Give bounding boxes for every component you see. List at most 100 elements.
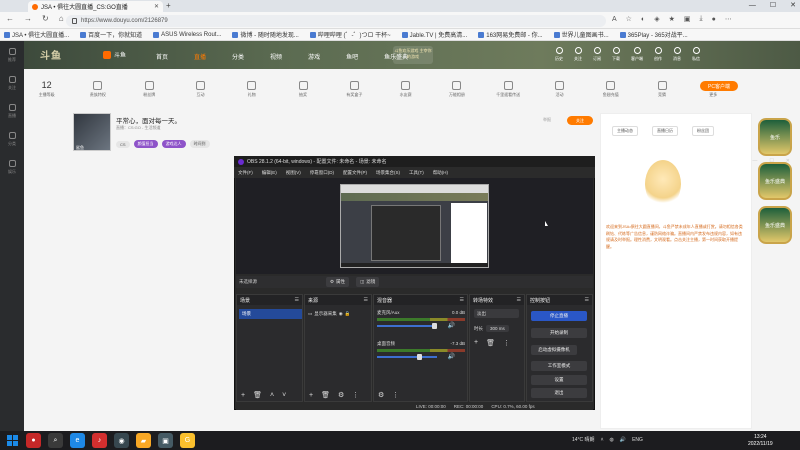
- more-icon[interactable]: ⋯: [725, 15, 732, 23]
- forward-icon[interactable]: →: [24, 14, 32, 23]
- nav-home[interactable]: 首页: [156, 52, 168, 61]
- obs-maximize-button[interactable]: ☐: [769, 158, 773, 164]
- search-icon[interactable]: ⌕: [48, 433, 63, 448]
- speaker-icon[interactable]: 🔊: [448, 353, 455, 360]
- menu-tools[interactable]: 工具(T): [409, 170, 424, 176]
- toolbar-item[interactable]: 活动: [543, 80, 576, 98]
- down-arrow-icon[interactable]: ˅: [282, 392, 286, 399]
- promo-banner[interactable]: 斗鱼欢乐游戏 主宰你的游戏: [393, 46, 433, 64]
- menu-view[interactable]: 视图(V): [286, 170, 301, 176]
- browser-tab[interactable]: JSA • 俱往大圆直播_CS:GO直播 ✕: [28, 1, 163, 12]
- virtual-camera-button[interactable]: 启动虚拟摄像机: [531, 345, 577, 355]
- add-icon[interactable]: +: [309, 392, 313, 399]
- speaker-icon[interactable]: 🔊: [448, 322, 455, 329]
- tab-anchor-news[interactable]: 主播动态: [612, 126, 638, 136]
- lock-icon[interactable]: 🔒: [345, 311, 351, 317]
- network-icon[interactable]: ◍: [609, 437, 613, 443]
- app-icon[interactable]: ●: [26, 433, 41, 448]
- toolbar-item[interactable]: 互动: [184, 80, 217, 98]
- bookmark-item[interactable]: 哔哩哔哩 (゜-゜)つロ 干杯~: [309, 30, 391, 39]
- volume-icon[interactable]: 🔊: [620, 437, 626, 443]
- bookmark-item[interactable]: 163网易免费邮 - 你...: [478, 30, 543, 39]
- tag[interactable]: 游戏达人: [161, 140, 186, 148]
- dock-config-icon[interactable]: ☰: [517, 297, 521, 303]
- create-button[interactable]: 创作: [654, 47, 662, 62]
- toolbar-item[interactable]: 抽奖: [286, 80, 319, 98]
- settings-button[interactable]: 设置: [531, 375, 587, 385]
- dock-config-icon[interactable]: ☰: [364, 297, 368, 303]
- edge-icon[interactable]: e: [70, 433, 85, 448]
- minimize-button[interactable]: —: [749, 2, 756, 9]
- trash-icon[interactable]: 🗑: [253, 391, 262, 399]
- shield-icon[interactable]: ◈: [654, 15, 659, 23]
- netease-icon[interactable]: ♪: [92, 433, 107, 448]
- properties-button[interactable]: ⚙ 属性: [326, 277, 350, 287]
- back-icon[interactable]: ←: [6, 14, 14, 23]
- toolbar-item[interactable]: 礼物: [235, 80, 268, 98]
- bookmark-item[interactable]: 微博 - 随时随地发现...: [232, 30, 299, 39]
- toolbar-item[interactable]: 竞猜: [645, 80, 678, 98]
- bookmark-item[interactable]: ASUS Wireless Rout...: [153, 31, 221, 38]
- duration-field[interactable]: 300 ms: [486, 325, 509, 332]
- side-banner[interactable]: 鱼乐盛典: [758, 206, 792, 244]
- menu-docks[interactable]: 停靠窗口(D): [310, 170, 334, 176]
- trash-icon[interactable]: 🗑: [321, 391, 330, 399]
- scene-list-item[interactable]: 场景: [239, 309, 302, 319]
- add-icon[interactable]: +: [474, 339, 478, 347]
- language-indicator[interactable]: ENG: [632, 437, 643, 443]
- toolbar-item[interactable]: 有奖盒子: [338, 80, 371, 98]
- nav-video[interactable]: 视频: [270, 52, 282, 61]
- start-recording-button[interactable]: 开始录制: [531, 328, 587, 338]
- stop-streaming-button[interactable]: 停止直播: [531, 311, 587, 321]
- folder-icon[interactable]: ▰: [136, 433, 151, 448]
- downloads-icon[interactable]: ⤓: [699, 15, 702, 23]
- transition-select[interactable]: 淡出: [474, 309, 519, 318]
- obs-minimize-button[interactable]: —: [752, 158, 757, 164]
- toolbar-item[interactable]: 千里遥看传送: [492, 80, 525, 98]
- toolbar-item[interactable]: 粉丝牌: [133, 80, 166, 98]
- add-icon[interactable]: +: [241, 392, 245, 399]
- more-icon[interactable]: ⋮: [352, 391, 359, 399]
- side-banner[interactable]: 鱼乐盛典: [758, 162, 792, 200]
- volume-slider[interactable]: [377, 323, 437, 329]
- extension-icon[interactable]: ◐: [641, 16, 645, 23]
- client-button[interactable]: 客户端: [631, 47, 643, 62]
- toolbar-item[interactable]: 鱼翅充值: [594, 80, 627, 98]
- tab-calendar[interactable]: 直播日历: [652, 126, 678, 136]
- read-aloud-icon[interactable]: A: [612, 16, 617, 23]
- obs-titlebar[interactable]: OBS 28.1.2 (64-bit, windows) - 配置文件: 未命名…: [234, 156, 595, 167]
- sidebar-item-recommend[interactable]: 推荐: [0, 41, 24, 69]
- sidebar-item-entertainment[interactable]: 娱乐: [0, 153, 24, 181]
- profile-icon[interactable]: ●: [712, 16, 716, 23]
- bookmark-item[interactable]: JSA • 俱往大圆直播...: [4, 30, 69, 39]
- sidebar-item-category[interactable]: 分类: [0, 125, 24, 153]
- sidebar-item-live[interactable]: 直播: [0, 97, 24, 125]
- slider-knob[interactable]: [417, 354, 422, 360]
- dock-config-icon[interactable]: ☰: [460, 297, 464, 303]
- dock-config-icon[interactable]: ☰: [585, 297, 589, 303]
- following-button[interactable]: 关注: [574, 47, 582, 62]
- tray-chevron-icon[interactable]: ˄: [601, 437, 604, 443]
- toolbar-item[interactable]: 水友赛: [389, 80, 422, 98]
- toolbar-item[interactable]: 万能相册: [440, 80, 473, 98]
- sidebar-item-follow[interactable]: 关注: [0, 69, 24, 97]
- reload-icon[interactable]: ↻: [42, 14, 49, 23]
- nav-yuba[interactable]: 鱼吧: [346, 52, 358, 61]
- download-button[interactable]: 下载: [612, 47, 620, 62]
- message-button[interactable]: 消息: [673, 47, 681, 62]
- menu-edit[interactable]: 编辑(E): [262, 170, 277, 176]
- tag[interactable]: CS: [116, 140, 130, 148]
- obs-close-button[interactable]: ✕: [786, 158, 790, 164]
- anchor-level[interactable]: 12 主播等级: [30, 80, 63, 98]
- obs-taskbar-icon[interactable]: ◉: [114, 433, 129, 448]
- studio-mode-button[interactable]: 工作室模式: [531, 361, 587, 371]
- gear-icon[interactable]: ⚙: [338, 391, 344, 399]
- follow-button[interactable]: 关注: [567, 116, 593, 125]
- bookmark-item[interactable]: Jable.TV | 免费高清...: [401, 30, 467, 39]
- source-list-item[interactable]: ▭ 显示器采集 ◉ 🔒: [308, 309, 374, 319]
- bookmark-item[interactable]: 百度一下，你就知道: [80, 30, 142, 39]
- menu-file[interactable]: 文件(F): [238, 170, 253, 176]
- collections-icon[interactable]: ▣: [684, 15, 691, 23]
- report-link[interactable]: 举报: [543, 117, 551, 123]
- home-icon[interactable]: ⌂: [59, 14, 64, 23]
